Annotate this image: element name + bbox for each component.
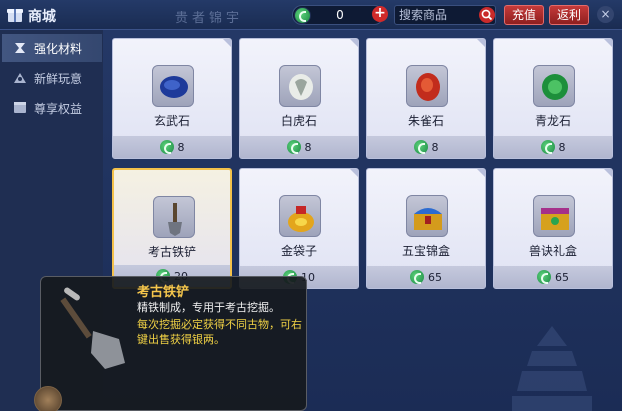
price-bar: 65 [494, 266, 612, 288]
item-name: 青龙石 [534, 114, 571, 128]
item-price: 8 [304, 140, 312, 154]
item-slot [533, 65, 575, 107]
item-name: 五宝锦盒 [401, 244, 450, 258]
item-price: 8 [177, 140, 185, 154]
search-input[interactable] [399, 7, 477, 23]
window-title: 商城 [28, 9, 56, 25]
close-button[interactable]: × [597, 6, 614, 23]
item-name: 白虎石 [280, 114, 317, 128]
coin-icon [410, 270, 424, 284]
item-slot [533, 195, 575, 237]
zhuque-stone-icon [416, 73, 440, 101]
gold-bag-icon [288, 206, 314, 232]
item-name: 兽诀礼盒 [528, 244, 577, 258]
item-slot [279, 65, 321, 107]
sidebar-item-novelty[interactable]: 新鲜玩意 [2, 64, 102, 92]
add-currency-button[interactable]: + [372, 6, 388, 22]
coin-icon [413, 140, 428, 154]
shop-item-card[interactable]: 金袋子 10 [239, 168, 359, 289]
shop-item-card[interactable]: 五宝锦盒 65 [366, 168, 486, 289]
baihu-stone-icon [289, 74, 313, 100]
sidebar-item-label: 新鲜玩意 [34, 71, 83, 86]
shop-item-card[interactable]: 青龙石 8 [493, 38, 613, 159]
search-box [394, 5, 496, 25]
shovel-icon [60, 287, 125, 369]
currency-display: 0 [292, 5, 384, 25]
item-price: 8 [431, 140, 439, 154]
item-price: 8 [558, 140, 566, 154]
price-bar: 8 [113, 136, 231, 158]
price-bar: 8 [367, 136, 485, 158]
enhance-icon [15, 43, 25, 53]
shop-item-card[interactable]: 玄武石 8 [112, 38, 232, 159]
item-slot [406, 65, 448, 107]
search-button[interactable] [479, 7, 495, 23]
currency-icon [294, 7, 311, 24]
price-bar: 8 [240, 136, 358, 158]
tooltip-title: 考古铁铲 [137, 285, 190, 300]
shop-item-card[interactable]: 朱雀石 8 [366, 38, 486, 159]
shovel-icon [168, 203, 182, 236]
coin-icon [159, 140, 174, 154]
price-bar: 65 [367, 266, 485, 288]
coin-icon [540, 140, 555, 154]
title-watermark: 贵者锦宇 [175, 11, 244, 26]
sidebar-item-label: 强化材料 [34, 41, 83, 56]
shop-item-card-selected[interactable]: 考古铁铲 20 [112, 168, 232, 289]
item-slot [279, 195, 321, 237]
tooltip-description: 精铁制成，专用于考古挖掘。 [137, 301, 280, 314]
sidebar-item-privilege[interactable]: 尊享权益 [2, 94, 102, 122]
coin-icon [537, 270, 551, 284]
recharge-button[interactable]: 充值 [504, 5, 544, 25]
item-slot [406, 195, 448, 237]
sidebar-item-label: 尊享权益 [34, 101, 83, 116]
treasure-box-icon [414, 208, 442, 230]
avatar[interactable] [34, 386, 62, 411]
coin-icon [286, 140, 301, 154]
currency-value: 0 [336, 8, 344, 22]
novelty-icon [14, 73, 26, 83]
item-price: 65 [428, 270, 442, 284]
xuanwu-stone-icon [160, 76, 188, 98]
rebate-button[interactable]: 返利 [549, 5, 589, 25]
qinglong-stone-icon [542, 74, 568, 100]
item-name: 考古铁铲 [147, 245, 196, 259]
item-tooltip: 考古铁铲 精铁制成，专用于考古挖掘。 每次挖掘必定获得不同古物，可右键出售获得银… [40, 276, 307, 411]
privilege-icon [14, 102, 26, 113]
price-bar: 8 [494, 136, 612, 158]
item-name: 朱雀石 [407, 114, 444, 128]
sidebar-item-enhance-materials[interactable]: 强化材料 [2, 34, 102, 62]
tooltip-effect: 每次挖掘必定获得不同古物，可右键出售获得银两。 [137, 318, 302, 346]
item-slot [153, 196, 195, 238]
item-slot [152, 65, 194, 107]
pagoda-decoration [512, 326, 592, 411]
item-name: 玄武石 [153, 114, 190, 128]
shop-item-card[interactable]: 兽诀礼盒 65 [493, 168, 613, 289]
item-name: 金袋子 [280, 244, 317, 258]
search-icon [481, 9, 493, 21]
shop-icon [7, 9, 23, 22]
title-bar: 商城 贵者锦宇 0 + 充值 返利 × [0, 0, 622, 30]
item-price: 65 [555, 270, 569, 284]
shop-item-card[interactable]: 白虎石 8 [239, 38, 359, 159]
gift-box-icon [541, 208, 569, 230]
